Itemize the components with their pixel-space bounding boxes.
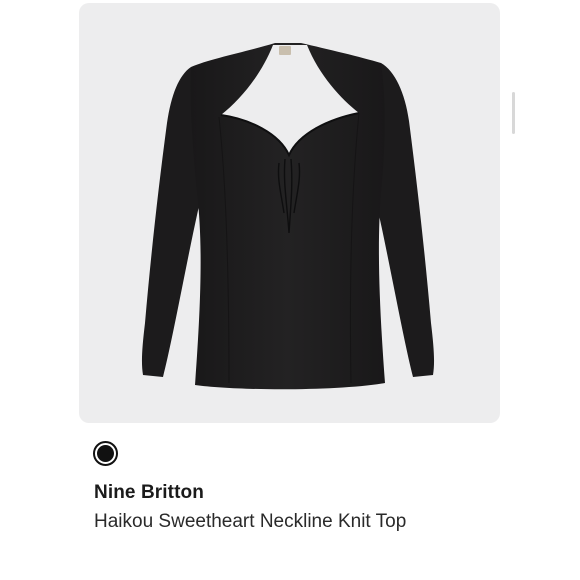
product-listing-page: Nine Britton Haikou Sweetheart Neckline … [0,0,580,580]
knit-top-photo [141,43,435,390]
brand-name[interactable]: Nine Britton [94,482,204,504]
product-image[interactable] [79,3,500,423]
product-title[interactable]: Haikou Sweetheart Neckline Knit Top [94,511,406,533]
swatch-color-fill [97,445,114,462]
color-swatch-black[interactable] [93,441,118,466]
scrollbar-thumb[interactable] [512,92,515,134]
